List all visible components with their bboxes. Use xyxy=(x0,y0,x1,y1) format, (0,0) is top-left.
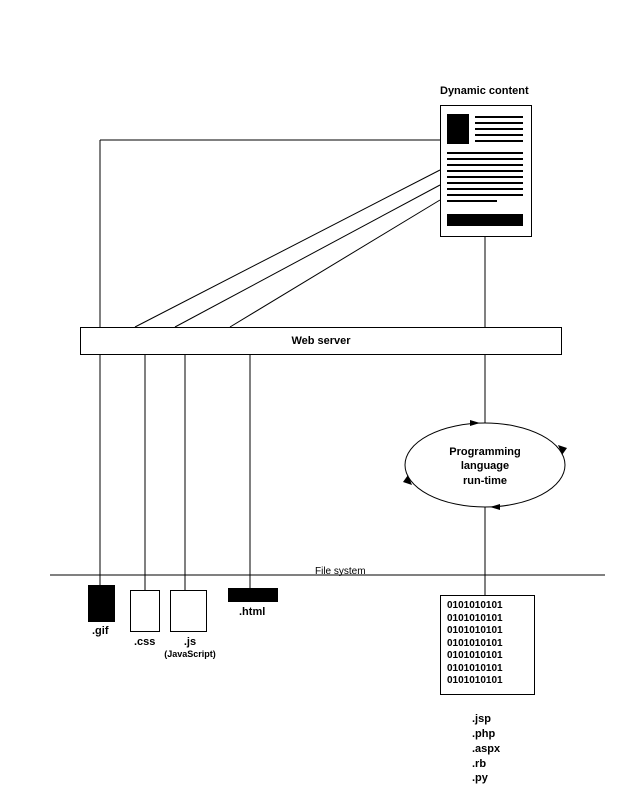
js-file-icon xyxy=(170,590,207,632)
binary-row: 0101010101 xyxy=(447,663,528,676)
binary-row: 0101010101 xyxy=(447,613,528,626)
gif-file-icon xyxy=(88,585,115,622)
html-label: .html xyxy=(239,606,265,618)
gif-label: .gif xyxy=(92,625,109,637)
binary-row: 0101010101 xyxy=(447,600,528,613)
binary-row: 0101010101 xyxy=(447,625,528,638)
ext-aspx: .aspx xyxy=(472,742,500,757)
ext-jsp: .jsp xyxy=(472,712,500,727)
server-extensions-list: .jsp .php .aspx .rb .py xyxy=(472,712,500,786)
ext-php: .php xyxy=(472,727,500,742)
css-file-icon xyxy=(130,590,160,632)
runtime-line1: Programming xyxy=(449,446,521,458)
js-label: .js (JavaScript) xyxy=(160,636,220,660)
diagram-connectors xyxy=(0,0,640,800)
runtime-line2: language xyxy=(461,460,509,472)
file-system-label: File system xyxy=(315,566,366,577)
css-label: .css xyxy=(134,636,155,648)
html-file-icon xyxy=(228,588,278,602)
binary-row: 0101010101 xyxy=(447,638,528,651)
web-server-label: Web server xyxy=(291,335,350,347)
dynamic-content-doc-icon xyxy=(440,105,532,237)
web-server-box: Web server xyxy=(80,327,562,355)
dynamic-content-label: Dynamic content xyxy=(440,85,529,97)
runtime-ellipse-label: Programming language run-time xyxy=(425,445,545,488)
ext-py: .py xyxy=(472,771,500,786)
ext-rb: .rb xyxy=(472,757,500,772)
runtime-line3: run-time xyxy=(463,475,507,487)
binary-row: 0101010101 xyxy=(447,675,528,688)
binary-row: 0101010101 xyxy=(447,650,528,663)
binary-file-box: 0101010101 0101010101 0101010101 0101010… xyxy=(440,595,535,695)
